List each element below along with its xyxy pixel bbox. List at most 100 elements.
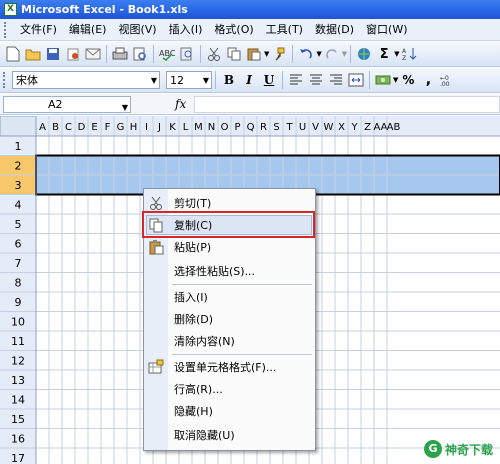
autosum-icon[interactable]: Σ [375, 45, 393, 63]
permission-icon[interactable] [64, 45, 82, 63]
column-header[interactable]: P [234, 122, 240, 133]
row-header[interactable]: 12 [11, 355, 25, 368]
align-left-icon[interactable] [287, 71, 305, 89]
paste-icon[interactable] [245, 45, 263, 63]
row-header[interactable]: 11 [11, 335, 25, 348]
menu-format[interactable]: 格式(O) [208, 19, 259, 41]
chevron-down-icon[interactable]: ▼ [203, 76, 209, 85]
column-header[interactable]: O [221, 122, 229, 133]
column-header[interactable]: E [91, 122, 97, 133]
redo-dropdown-icon[interactable]: ▼ [342, 50, 347, 58]
column-header[interactable]: V [312, 122, 319, 133]
font-name-select[interactable]: 宋体 ▼ [12, 71, 160, 89]
row-header[interactable]: 15 [11, 413, 25, 426]
context-menu-row-height[interactable]: 行高(R)... [144, 378, 315, 400]
column-header[interactable]: G [117, 122, 125, 133]
row-header[interactable]: 1 [15, 140, 22, 153]
row-header[interactable]: 14 [11, 394, 25, 407]
column-header[interactable]: S [273, 122, 279, 133]
column-header[interactable]: A [39, 122, 46, 133]
column-header[interactable]: D [78, 122, 86, 133]
column-header[interactable]: AA [374, 122, 388, 133]
toolbar-grip[interactable] [3, 72, 9, 88]
select-all-button[interactable] [0, 116, 37, 137]
row-header[interactable]: 7 [15, 257, 22, 270]
email-icon[interactable] [84, 45, 102, 63]
paste-dropdown-icon[interactable]: ▼ [264, 50, 269, 58]
new-file-icon[interactable] [4, 45, 22, 63]
column-header[interactable]: B [52, 122, 59, 133]
column-header[interactable]: C [65, 122, 72, 133]
toolbar-grip[interactable] [4, 21, 10, 38]
row-header[interactable]: 9 [15, 296, 22, 309]
insert-function-icon[interactable]: fx [175, 97, 186, 111]
context-menu-paste-special[interactable]: 选择性粘贴(S)... [144, 260, 315, 282]
font-size-select[interactable]: 12 ▼ [166, 71, 212, 89]
open-folder-icon[interactable] [24, 45, 42, 63]
context-menu-insert[interactable]: 插入(I) [144, 286, 315, 308]
formula-input[interactable] [194, 95, 500, 113]
merge-center-icon[interactable] [347, 71, 365, 89]
row-header[interactable]: 17 [11, 452, 25, 464]
spelling-icon[interactable]: ABC [158, 45, 176, 63]
column-header[interactable]: W [324, 122, 334, 133]
column-header[interactable]: Y [350, 122, 358, 133]
context-menu-format-cells[interactable]: 设置单元格格式(F)... [144, 356, 315, 378]
column-header[interactable]: Z [364, 122, 371, 133]
row-header[interactable]: 8 [15, 277, 22, 290]
align-center-icon[interactable] [307, 71, 325, 89]
menu-insert[interactable]: 插入(I) [163, 19, 209, 41]
column-header[interactable]: M [194, 122, 203, 133]
column-header[interactable]: N [208, 122, 215, 133]
column-header[interactable]: J [157, 122, 161, 133]
context-menu-paste[interactable]: 粘贴(P) [144, 236, 315, 258]
name-box[interactable]: A2 ▼ [3, 95, 131, 115]
undo-icon[interactable] [297, 45, 315, 63]
row-header[interactable]: 5 [15, 218, 22, 231]
print-preview-icon[interactable] [131, 45, 149, 63]
column-header[interactable]: U [299, 122, 306, 133]
sort-ascending-icon[interactable]: AZ [401, 45, 419, 63]
column-header[interactable]: AB [387, 122, 401, 133]
column-header[interactable]: T [285, 122, 293, 133]
row-header[interactable]: 6 [15, 238, 22, 251]
context-menu-delete[interactable]: 删除(D) [144, 308, 315, 330]
percent-style-button[interactable]: % [399, 71, 417, 89]
row-header[interactable]: 3 [15, 179, 22, 192]
row-header[interactable]: 4 [15, 199, 22, 212]
column-header[interactable]: I [145, 122, 148, 133]
save-icon[interactable] [44, 45, 62, 63]
undo-dropdown-icon[interactable]: ▼ [316, 50, 321, 58]
autosum-dropdown-icon[interactable]: ▼ [394, 50, 399, 58]
row-header[interactable]: 10 [11, 316, 25, 329]
comma-style-button[interactable]: , [419, 71, 437, 89]
menu-edit[interactable]: 编辑(E) [63, 19, 113, 41]
research-icon[interactable] [178, 45, 196, 63]
column-header[interactable]: F [105, 122, 111, 133]
column-header[interactable]: K [169, 122, 176, 133]
context-menu-clear-contents[interactable]: 清除内容(N) [144, 330, 315, 352]
menu-data[interactable]: 数据(D) [309, 19, 360, 41]
underline-button[interactable]: U [260, 71, 278, 89]
redo-icon[interactable] [323, 45, 341, 63]
row-header[interactable]: 13 [11, 374, 25, 387]
menu-tools[interactable]: 工具(T) [260, 19, 309, 41]
column-header[interactable]: X [338, 122, 345, 133]
menu-view[interactable]: 视图(V) [112, 19, 162, 41]
context-menu-unhide[interactable]: 取消隐藏(U) [144, 424, 315, 446]
chevron-down-icon[interactable]: ▼ [151, 76, 157, 85]
align-right-icon[interactable] [327, 71, 345, 89]
column-header[interactable]: R [260, 122, 267, 133]
row-header[interactable]: 2 [15, 160, 22, 173]
menu-file[interactable]: 文件(F) [14, 19, 63, 41]
bold-button[interactable]: B [220, 71, 238, 89]
italic-button[interactable]: I [240, 71, 258, 89]
format-painter-icon[interactable] [270, 45, 288, 63]
chevron-down-icon[interactable]: ▼ [122, 100, 128, 115]
column-header[interactable]: Q [247, 122, 255, 133]
row-header[interactable]: 16 [11, 433, 25, 446]
hyperlink-icon[interactable] [355, 45, 373, 63]
context-menu-hide[interactable]: 隐藏(H) [144, 400, 315, 422]
currency-icon[interactable] [374, 71, 392, 89]
cut-icon[interactable] [205, 45, 223, 63]
